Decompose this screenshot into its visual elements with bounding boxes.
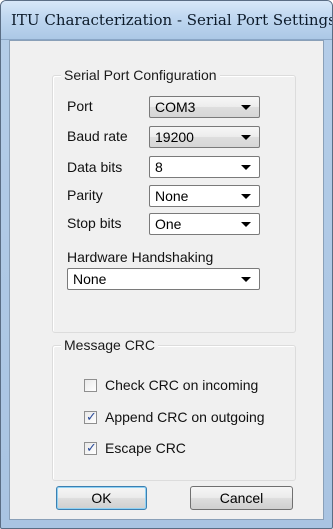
data-bits-label: Data bits [67, 159, 123, 175]
checkbox-checked-icon: ✓ [84, 440, 97, 455]
escape-crc-checkbox[interactable]: ✓ Escape CRC [84, 440, 289, 458]
checkmark-icon: ✓ [86, 409, 97, 424]
baud-rate-label: Baud rate [67, 128, 128, 144]
chevron-down-icon [241, 277, 251, 282]
hardware-handshaking-value: None [73, 271, 107, 287]
hardware-handshaking-label: Hardware Handshaking [67, 249, 214, 265]
title-bar[interactable]: ITU Characterization - Serial Port Setti… [1, 1, 332, 40]
parity-select[interactable]: None [149, 185, 260, 207]
message-crc-caption: Message CRC [61, 337, 159, 353]
stop-bits-label: Stop bits [67, 215, 122, 231]
port-select[interactable]: COM3 [149, 96, 260, 118]
append-crc-outgoing-label: Append CRC on outgoing [105, 409, 265, 425]
window-title: ITU Characterization - Serial Port Setti… [11, 11, 333, 29]
stop-bits-select[interactable]: One [149, 213, 260, 235]
parity-value: None [155, 188, 189, 204]
checkmark-icon: ✓ [86, 440, 97, 455]
chevron-down-icon [241, 105, 251, 110]
port-value: COM3 [155, 99, 196, 115]
append-crc-outgoing-checkbox[interactable]: ✓ Append CRC on outgoing [84, 409, 289, 427]
hardware-handshaking-select[interactable]: None [67, 268, 260, 290]
chevron-down-icon [241, 222, 251, 227]
serial-port-config-group: Serial Port Configuration Port COM3 Baud… [52, 67, 296, 333]
dialog-client-area: Serial Port Configuration Port COM3 Baud… [9, 40, 324, 520]
port-label: Port [67, 98, 93, 114]
parity-label: Parity [67, 187, 103, 203]
check-crc-incoming-checkbox[interactable]: Check CRC on incoming [84, 377, 289, 395]
data-bits-value: 8 [155, 159, 163, 175]
stop-bits-value: One [155, 216, 182, 232]
message-crc-group: Message CRC Check CRC on incoming ✓ Appe… [52, 337, 296, 481]
escape-crc-label: Escape CRC [105, 440, 186, 456]
baud-rate-value: 19200 [155, 129, 194, 145]
chevron-down-icon [241, 135, 251, 140]
cancel-button[interactable]: Cancel [190, 486, 293, 510]
check-crc-incoming-label: Check CRC on incoming [105, 377, 259, 393]
dialog-window: ITU Characterization - Serial Port Setti… [0, 0, 333, 529]
ok-button[interactable]: OK [56, 486, 147, 510]
baud-rate-select[interactable]: 19200 [149, 126, 260, 148]
chevron-down-icon [241, 194, 251, 199]
data-bits-select[interactable]: 8 [149, 156, 260, 178]
checkbox-unchecked-icon [84, 379, 97, 392]
checkbox-checked-icon: ✓ [84, 409, 97, 424]
serial-port-config-caption: Serial Port Configuration [61, 67, 220, 83]
chevron-down-icon [241, 165, 251, 170]
